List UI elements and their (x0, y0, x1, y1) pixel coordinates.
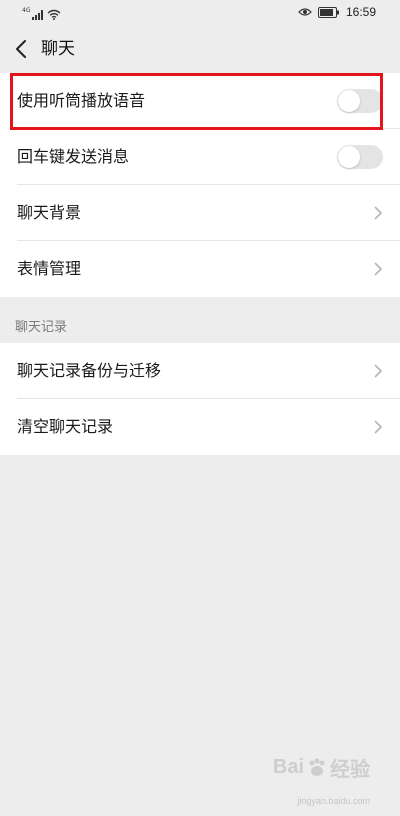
setting-row-enter-to-send: 回车键发送消息 (0, 129, 400, 185)
setting-label: 聊天背景 (17, 203, 82, 222)
battery-icon (317, 6, 339, 18)
status-right: 16:59 (298, 5, 376, 19)
paw-icon (309, 758, 325, 776)
chat-history-section-title: 聊天记录 (15, 320, 68, 335)
earpiece-playback-toggle[interactable] (337, 89, 383, 113)
history-label: 清空聊天记录 (17, 417, 114, 436)
watermark-suffix: 经验 (330, 759, 370, 781)
chat-settings-group: 使用听筒播放语音 回车键发送消息 聊天背景 表情管理 (0, 73, 400, 297)
watermark-text: Bai (272, 756, 304, 778)
network-type-label: 4G (22, 7, 31, 14)
enter-to-send-toggle[interactable] (337, 145, 383, 169)
history-row-clear-history[interactable]: 清空聊天记录 (0, 399, 400, 455)
toggle-knob (338, 146, 360, 168)
wifi-icon (48, 9, 61, 20)
signal-icon (32, 10, 44, 20)
status-bar: 4G 16:59 (0, 0, 400, 27)
setting-label: 使用听筒播放语音 (17, 91, 146, 110)
chevron-right-icon (374, 364, 382, 378)
chevron-right-icon (374, 420, 382, 434)
status-time: 16:59 (345, 5, 376, 19)
setting-row-chat-background[interactable]: 聊天背景 (0, 185, 400, 241)
setting-row-earpiece-playback: 使用听筒播放语音 (0, 73, 400, 129)
toggle-knob (338, 90, 360, 112)
chevron-right-icon (374, 206, 382, 220)
baidu-watermark: Bai 经验 (273, 753, 370, 782)
history-row-backup-migrate[interactable]: 聊天记录备份与迁移 (0, 343, 400, 399)
page-title: 聊天 (41, 39, 75, 59)
setting-row-sticker-management[interactable]: 表情管理 (0, 241, 400, 297)
chevron-right-icon (374, 262, 382, 276)
history-label: 聊天记录备份与迁移 (17, 361, 162, 380)
back-arrow-icon[interactable] (12, 37, 32, 61)
chat-history-group: 聊天记录备份与迁移 清空聊天记录 (0, 343, 400, 455)
setting-label: 表情管理 (17, 259, 82, 278)
status-left: 4G (22, 6, 61, 20)
setting-label: 回车键发送消息 (17, 147, 130, 166)
eye-icon (298, 8, 312, 16)
watermark-url: jingyan.baidu.com (297, 796, 370, 806)
title-bar: 聊天 (0, 27, 400, 71)
